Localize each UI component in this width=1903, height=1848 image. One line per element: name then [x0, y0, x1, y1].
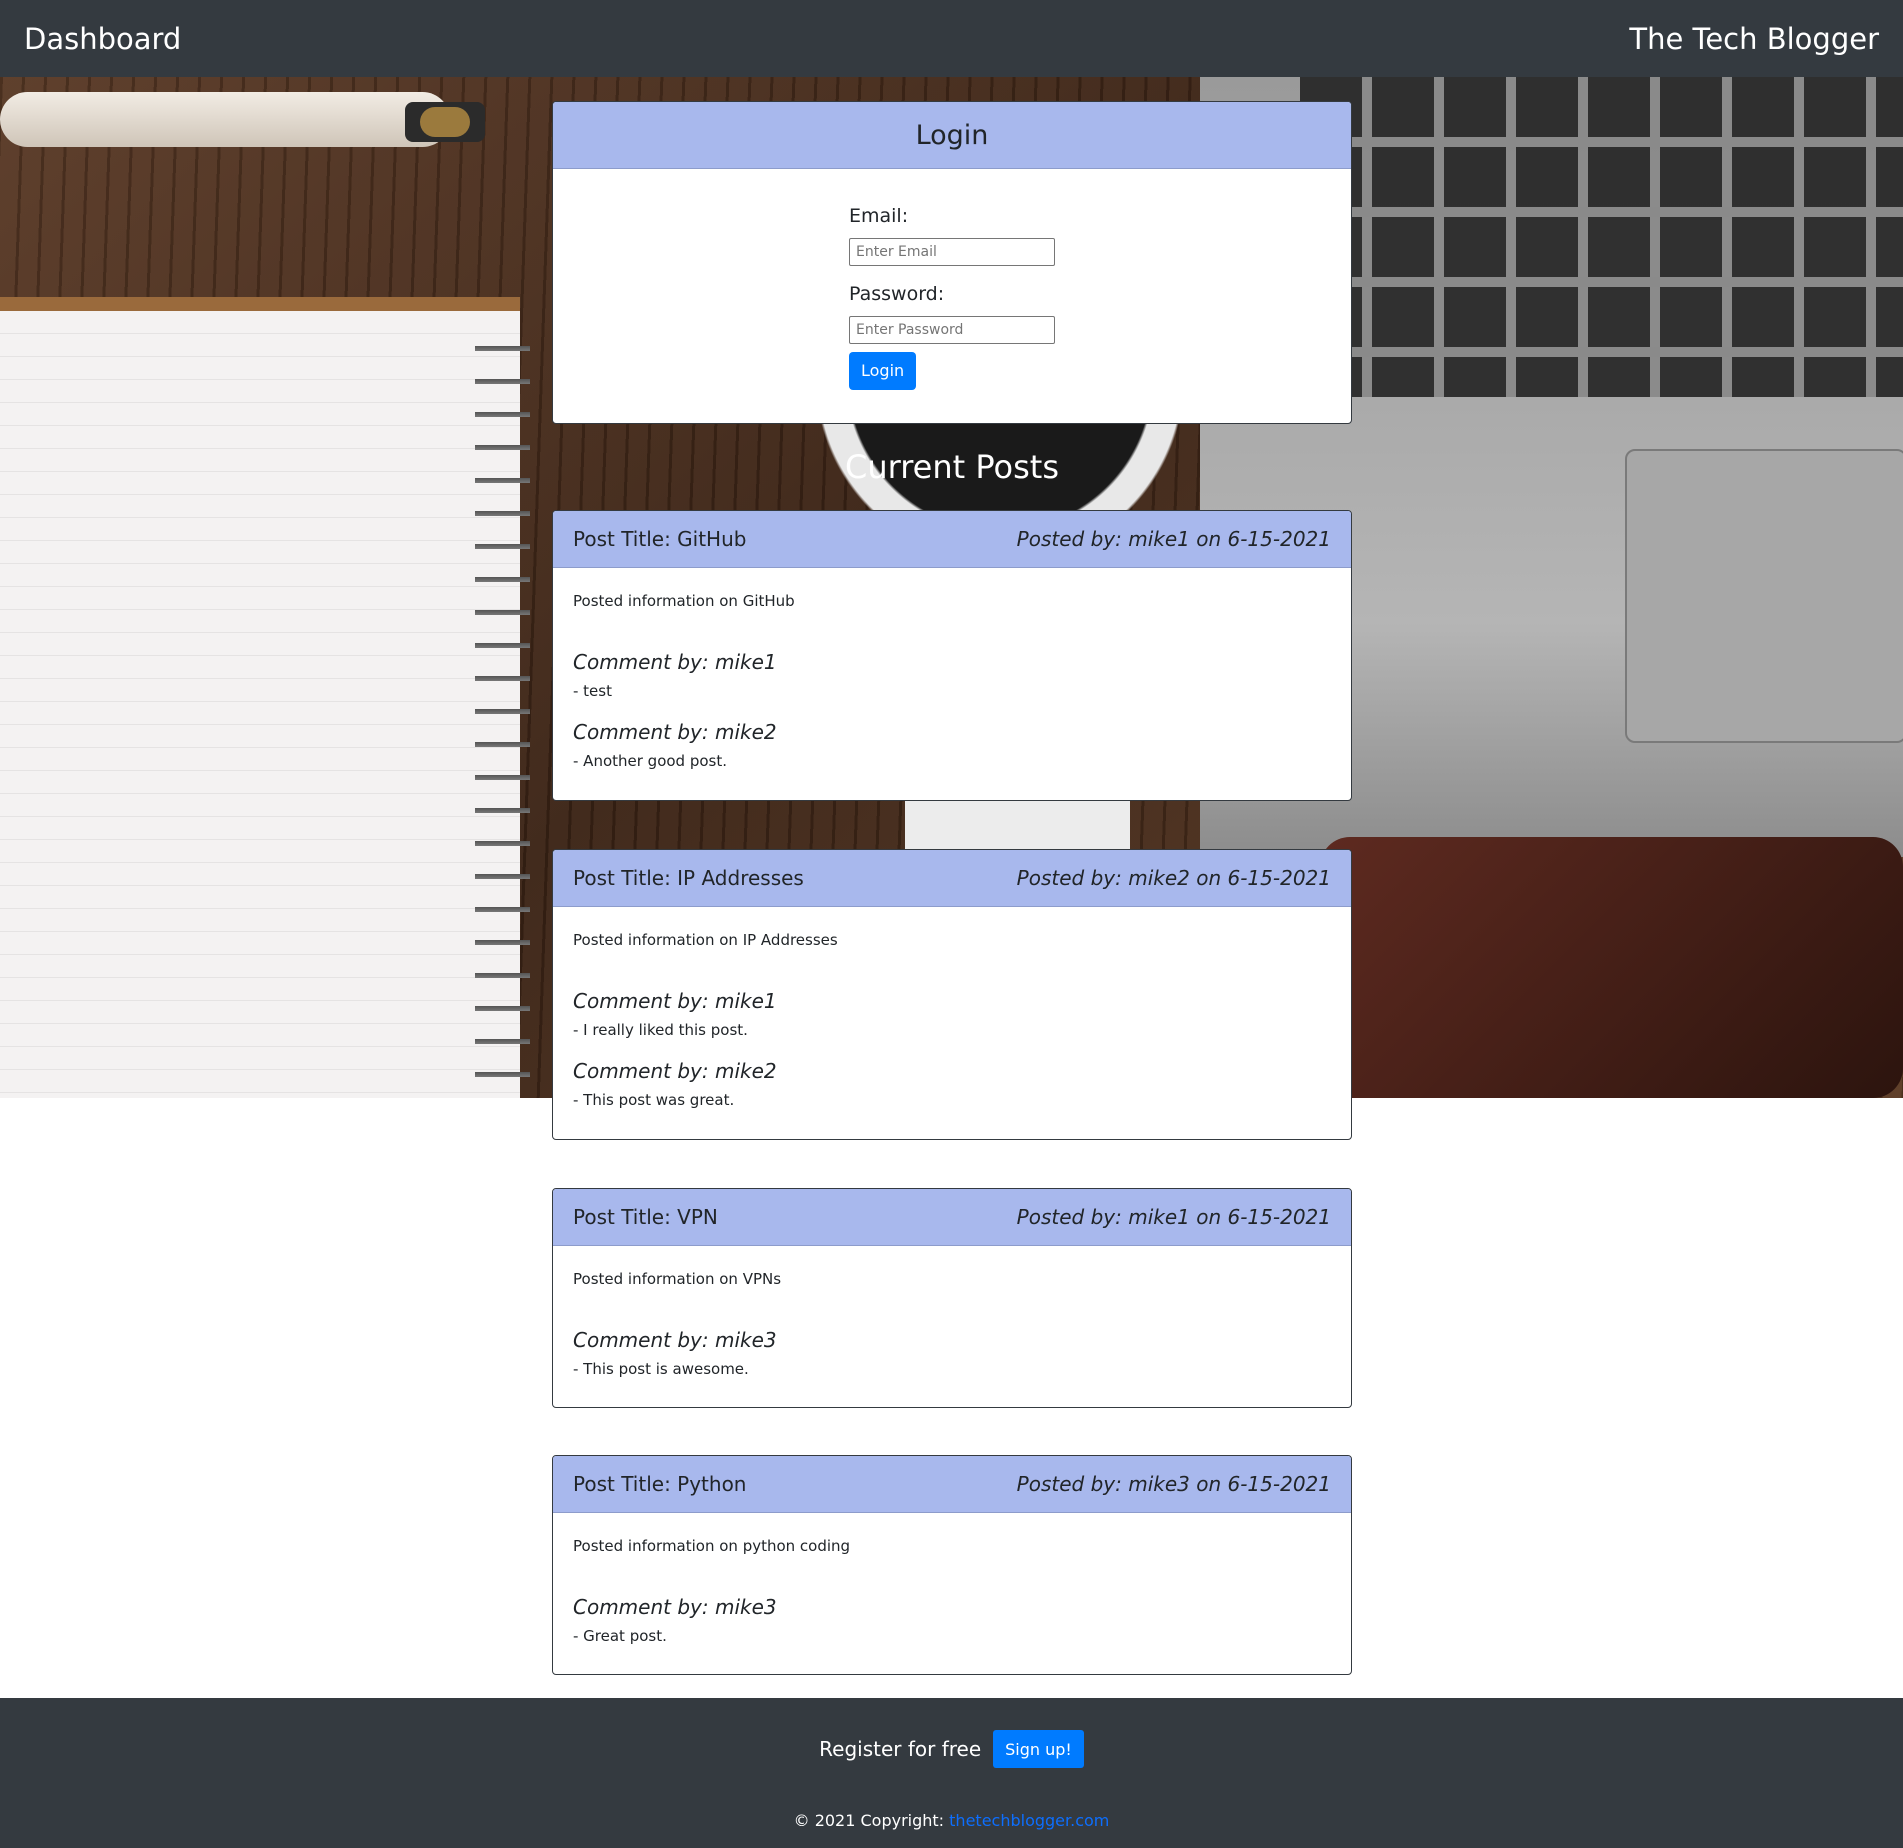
- post-content: Posted information on python coding: [573, 1537, 851, 1555]
- comment-author: Comment by: mike3: [573, 1328, 777, 1352]
- register-text: Register for free: [819, 1737, 982, 1761]
- post-meta: Posted by: mike3 on 6-15-2021: [1016, 1472, 1331, 1496]
- comment-text: - This post is awesome.: [573, 1360, 749, 1378]
- copyright-link[interactable]: thetechblogger.com: [949, 1811, 1109, 1830]
- current-posts-heading: Current Posts: [845, 448, 1059, 486]
- post-meta: Posted by: mike1 on 6-15-2021: [1016, 1205, 1331, 1229]
- login-form: Email: Password: Login: [849, 205, 1069, 390]
- register-row: Register for free Sign up!: [0, 1730, 1903, 1768]
- post-header[interactable]: Post Title: Python Posted by: mike3 on 6…: [553, 1456, 1351, 1513]
- trackpad-image: [1625, 449, 1903, 743]
- email-label: Email:: [849, 205, 909, 227]
- post-card: Post Title: VPN Posted by: mike1 on 6-15…: [552, 1188, 1352, 1408]
- post-title[interactable]: Post Title: IP Addresses: [573, 866, 804, 890]
- post-title[interactable]: Post Title: VPN: [573, 1205, 718, 1229]
- password-input[interactable]: [849, 316, 1055, 344]
- post-content: Posted information on GitHub: [573, 592, 795, 610]
- comment-text: - test: [573, 682, 612, 700]
- post-card: Post Title: IP Addresses Posted by: mike…: [552, 849, 1352, 1140]
- comment-author: Comment by: mike1: [573, 650, 777, 674]
- notebook-image: [0, 297, 520, 1098]
- site-brand[interactable]: The Tech Blogger: [1629, 22, 1879, 56]
- signup-button[interactable]: Sign up!: [993, 1730, 1084, 1768]
- post-header[interactable]: Post Title: GitHub Posted by: mike1 on 6…: [553, 511, 1351, 568]
- post-body: Posted information on python coding Comm…: [553, 1513, 1351, 1645]
- comment-author: Comment by: mike3: [573, 1595, 777, 1619]
- notebook-rings: [475, 327, 530, 1098]
- leather-sleeve-image: [1320, 837, 1903, 1098]
- copyright: © 2021 Copyright: thetechblogger.com: [0, 1811, 1903, 1830]
- comment-text: - Another good post.: [573, 752, 728, 770]
- post-content: Posted information on VPNs: [573, 1270, 782, 1288]
- login-card: Login Email: Password: Login: [552, 101, 1352, 424]
- comment-text: - This post was great.: [573, 1091, 735, 1109]
- comment-author: Comment by: mike2: [573, 1059, 777, 1083]
- top-navbar: Dashboard The Tech Blogger: [0, 0, 1903, 77]
- post-header[interactable]: Post Title: VPN Posted by: mike1 on 6-15…: [553, 1189, 1351, 1246]
- login-title: Login: [553, 102, 1351, 169]
- post-body: Posted information on IP Addresses Comme…: [553, 907, 1351, 1109]
- post-meta: Posted by: mike1 on 6-15-2021: [1016, 527, 1331, 551]
- keyboard-rows: [1300, 77, 1903, 397]
- comment-author: Comment by: mike2: [573, 720, 777, 744]
- comment-text: - Great post.: [573, 1627, 667, 1645]
- pen-image: [0, 92, 450, 147]
- post-card: Post Title: GitHub Posted by: mike1 on 6…: [552, 510, 1352, 801]
- post-body: Posted information on GitHub Comment by:…: [553, 568, 1351, 770]
- email-input[interactable]: [849, 238, 1055, 266]
- password-label: Password:: [849, 283, 945, 305]
- post-title[interactable]: Post Title: Python: [573, 1472, 747, 1496]
- login-button[interactable]: Login: [849, 351, 917, 390]
- comment-text: - I really liked this post.: [573, 1021, 748, 1039]
- pen-clip: [420, 107, 470, 137]
- copyright-text: © 2021 Copyright:: [793, 1811, 950, 1830]
- post-body: Posted information on VPNs Comment by: m…: [553, 1246, 1351, 1378]
- dashboard-link[interactable]: Dashboard: [24, 22, 181, 56]
- footer: Register for free Sign up! © 2021 Copyri…: [0, 1698, 1903, 1848]
- post-title[interactable]: Post Title: GitHub: [573, 527, 746, 551]
- comment-author: Comment by: mike1: [573, 989, 777, 1013]
- post-header[interactable]: Post Title: IP Addresses Posted by: mike…: [553, 850, 1351, 907]
- post-meta: Posted by: mike2 on 6-15-2021: [1016, 866, 1331, 890]
- login-body: Email: Password: Login: [553, 169, 1351, 423]
- post-card: Post Title: Python Posted by: mike3 on 6…: [552, 1455, 1352, 1675]
- post-content: Posted information on IP Addresses: [573, 931, 838, 949]
